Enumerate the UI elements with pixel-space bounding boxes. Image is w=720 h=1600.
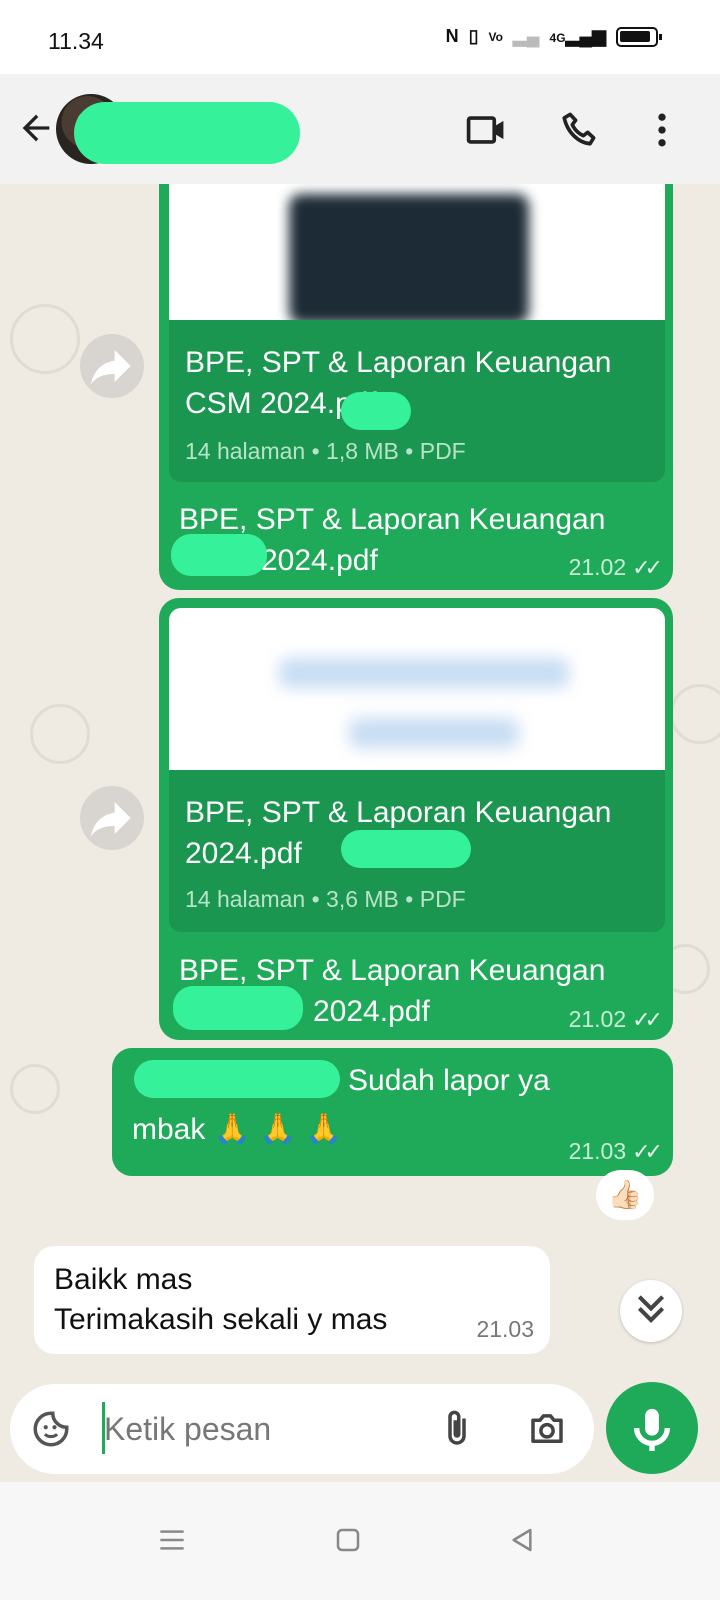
message-bubble-document[interactable]: BPE, SPT & Laporan Keuangan CSM 2024.pdf… <box>159 184 673 590</box>
message-line: Terimakasih sekali y mas <box>54 1303 388 1336</box>
forward-icon <box>90 802 131 837</box>
wallpaper-doodle <box>10 1064 60 1114</box>
chat-header <box>0 74 720 184</box>
chevron-double-down-icon <box>637 1295 665 1323</box>
document-meta: 14 halaman • 3,6 MB • PDF <box>185 886 466 912</box>
message-line: Baikk mas <box>54 1263 193 1296</box>
document-preview[interactable] <box>169 184 665 320</box>
reaction-badge[interactable]: 👍🏻 <box>596 1170 654 1220</box>
time-label: 21.03 <box>568 1138 627 1164</box>
document-info[interactable]: BPE, SPT & Laporan Keuangan 2024.pdf 14 … <box>169 770 665 932</box>
time-label: 21.02 <box>568 1006 627 1032</box>
back-triangle-icon[interactable] <box>502 1520 542 1560</box>
message-composer <box>10 1384 594 1474</box>
document-meta: 14 halaman • 1,8 MB • PDF <box>185 438 466 464</box>
home-square-icon[interactable] <box>328 1520 368 1560</box>
status-icons: N ▯ Vo ▂▄ 4G▂▄▆ <box>445 26 662 47</box>
read-ticks-icon: ✓✓ <box>632 1006 663 1032</box>
message-time: 21.03 ✓✓ <box>568 1138 663 1165</box>
read-ticks-icon: ✓✓ <box>632 554 663 580</box>
video-call-icon[interactable] <box>464 108 508 152</box>
system-nav-bar <box>0 1482 720 1600</box>
message-bubble-incoming[interactable]: Baikk mas Terimakasih sekali y mas 21.03 <box>34 1246 550 1354</box>
message-time: 21.02 ✓✓ <box>568 1006 663 1033</box>
message-time: 21.02 ✓✓ <box>568 554 663 581</box>
preview-image <box>289 194 529 320</box>
redaction <box>134 1060 340 1098</box>
menu-lines-icon[interactable] <box>152 1520 192 1560</box>
status-bar: 11.34 N ▯ Vo ▂▄ 4G▂▄▆ <box>0 0 720 74</box>
forward-icon <box>90 350 131 385</box>
camera-icon[interactable] <box>526 1408 568 1450</box>
read-ticks-icon: ✓✓ <box>632 1138 663 1164</box>
redaction <box>173 986 303 1030</box>
forward-button[interactable] <box>80 786 144 850</box>
preview-image <box>349 718 519 748</box>
nfc-icon: N <box>445 26 459 46</box>
volte-icon: Vo <box>488 29 503 44</box>
wallpaper-doodle <box>670 684 720 744</box>
scroll-to-bottom-button[interactable] <box>620 1280 682 1342</box>
voice-call-icon[interactable] <box>558 108 602 152</box>
text-cursor <box>102 1402 105 1454</box>
contact-name-redacted[interactable] <box>74 102 300 164</box>
document-info[interactable]: BPE, SPT & Laporan Keuangan CSM 2024.pdf… <box>169 320 665 482</box>
message-text: Baikk mas Terimakasih sekali y mas <box>54 1260 387 1340</box>
back-arrow-icon[interactable] <box>16 108 56 148</box>
signal-weak-icon: ▂▄ <box>512 26 540 46</box>
message-bubble-text[interactable]: Sudah lapor ya mbak 🙏 🙏 🙏 21.03 ✓✓ <box>112 1048 673 1176</box>
wallpaper-doodle <box>30 704 90 764</box>
document-preview[interactable] <box>169 608 665 770</box>
wallpaper-doodle <box>10 304 80 374</box>
voice-record-button[interactable] <box>606 1382 698 1474</box>
preview-image <box>279 658 569 688</box>
battery-icon <box>616 26 662 47</box>
chat-area[interactable]: BPE, SPT & Laporan Keuangan CSM 2024.pdf… <box>0 184 720 1400</box>
time-label: 21.02 <box>568 554 627 580</box>
redaction <box>171 534 267 576</box>
message-bubble-document[interactable]: BPE, SPT & Laporan Keuangan 2024.pdf 14 … <box>159 598 673 1040</box>
network-label: 4G <box>549 31 566 45</box>
redaction <box>341 392 411 430</box>
caption-line: BPE, SPT & Laporan Keuangan <box>179 954 606 987</box>
forward-button[interactable] <box>80 334 144 398</box>
message-time: 21.03 <box>476 1316 534 1342</box>
message-line: mbak 🙏 🙏 🙏 <box>132 1113 343 1146</box>
attach-icon[interactable] <box>436 1408 478 1450</box>
redaction <box>341 830 471 868</box>
signal-4g-icon: 4G▂▄▆ <box>549 26 606 46</box>
document-title: BPE, SPT & Laporan Keuangan CSM 2024.pdf <box>185 346 612 420</box>
mic-icon <box>633 1408 671 1451</box>
message-input[interactable] <box>96 1404 416 1454</box>
vibrate-icon: ▯ <box>468 26 479 46</box>
status-time: 11.34 <box>48 28 104 54</box>
sticker-emoji-icon[interactable] <box>30 1408 72 1450</box>
more-vert-icon[interactable] <box>640 108 684 152</box>
